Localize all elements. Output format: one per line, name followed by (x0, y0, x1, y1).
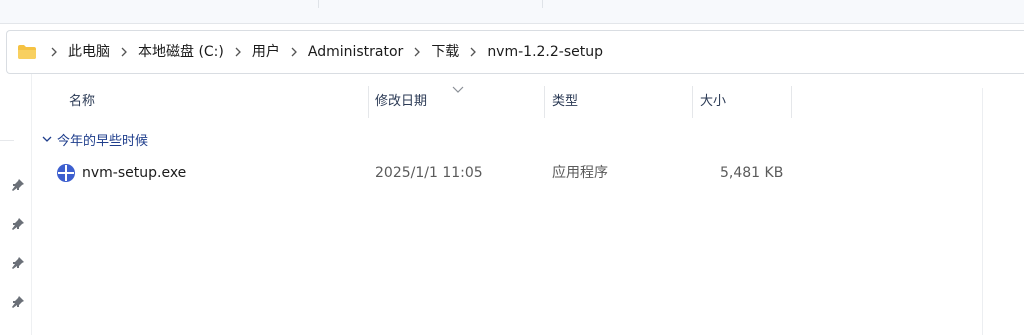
pane-divider (982, 88, 983, 335)
file-modified-date: 2025/1/1 11:05 (375, 165, 483, 181)
breadcrumb-item-this-pc[interactable]: 此电脑 (63, 38, 115, 66)
pin-icon[interactable] (11, 295, 25, 309)
chevron-right-icon[interactable] (464, 47, 482, 57)
pin-icon[interactable] (11, 217, 25, 231)
chevron-down-icon[interactable] (40, 132, 54, 146)
column-header-name[interactable]: 名称 (69, 86, 95, 118)
chevron-right-icon[interactable] (45, 47, 63, 57)
folder-icon (17, 44, 37, 60)
pin-icon[interactable] (11, 178, 25, 192)
file-name[interactable]: nvm-setup.exe (82, 158, 186, 188)
toolbar (0, 0, 1024, 24)
sort-chevron-down-icon (452, 86, 464, 93)
nav-divider (0, 140, 14, 141)
toolbar-divider (318, 0, 319, 8)
column-divider[interactable] (544, 86, 545, 118)
breadcrumb-item-current-folder[interactable]: nvm-1.2.2-setup (482, 38, 608, 66)
group-label: 今年的早些时候 (57, 133, 149, 149)
column-divider[interactable] (368, 86, 369, 118)
breadcrumb-item-local-disk[interactable]: 本地磁盘 (C:) (133, 38, 229, 66)
breadcrumb: 此电脑 本地磁盘 (C:) 用户 Administrator 下载 nvm-1.… (17, 31, 608, 73)
chevron-right-icon[interactable] (408, 47, 426, 57)
column-divider[interactable] (692, 86, 693, 118)
file-size: 5,481 KB (720, 165, 784, 181)
column-header-size[interactable]: 大小 (700, 86, 726, 118)
chevron-right-icon[interactable] (285, 47, 303, 57)
breadcrumb-item-downloads[interactable]: 下载 (426, 38, 464, 66)
chevron-right-icon[interactable] (229, 47, 247, 57)
column-header-date[interactable]: 修改日期 (375, 86, 427, 118)
chevron-right-icon[interactable] (115, 47, 133, 57)
nvm-exe-icon (57, 164, 75, 182)
group-header[interactable]: 今年的早些时候 (40, 128, 148, 150)
breadcrumb-item-administrator[interactable]: Administrator (303, 38, 408, 66)
address-bar[interactable]: 此电脑 本地磁盘 (C:) 用户 Administrator 下载 nvm-1.… (6, 30, 1024, 74)
column-divider[interactable] (791, 86, 792, 118)
navigation-pane (0, 74, 32, 335)
file-type: 应用程序 (552, 165, 608, 181)
column-header-type[interactable]: 类型 (552, 86, 578, 118)
toolbar-divider (542, 0, 543, 8)
breadcrumb-item-users[interactable]: 用户 (247, 38, 285, 66)
column-header-row: 名称 修改日期 类型 大小 (32, 86, 792, 118)
pin-icon[interactable] (11, 256, 25, 270)
file-row[interactable]: nvm-setup.exe 2025/1/1 11:05 应用程序 5,481 … (32, 158, 792, 188)
